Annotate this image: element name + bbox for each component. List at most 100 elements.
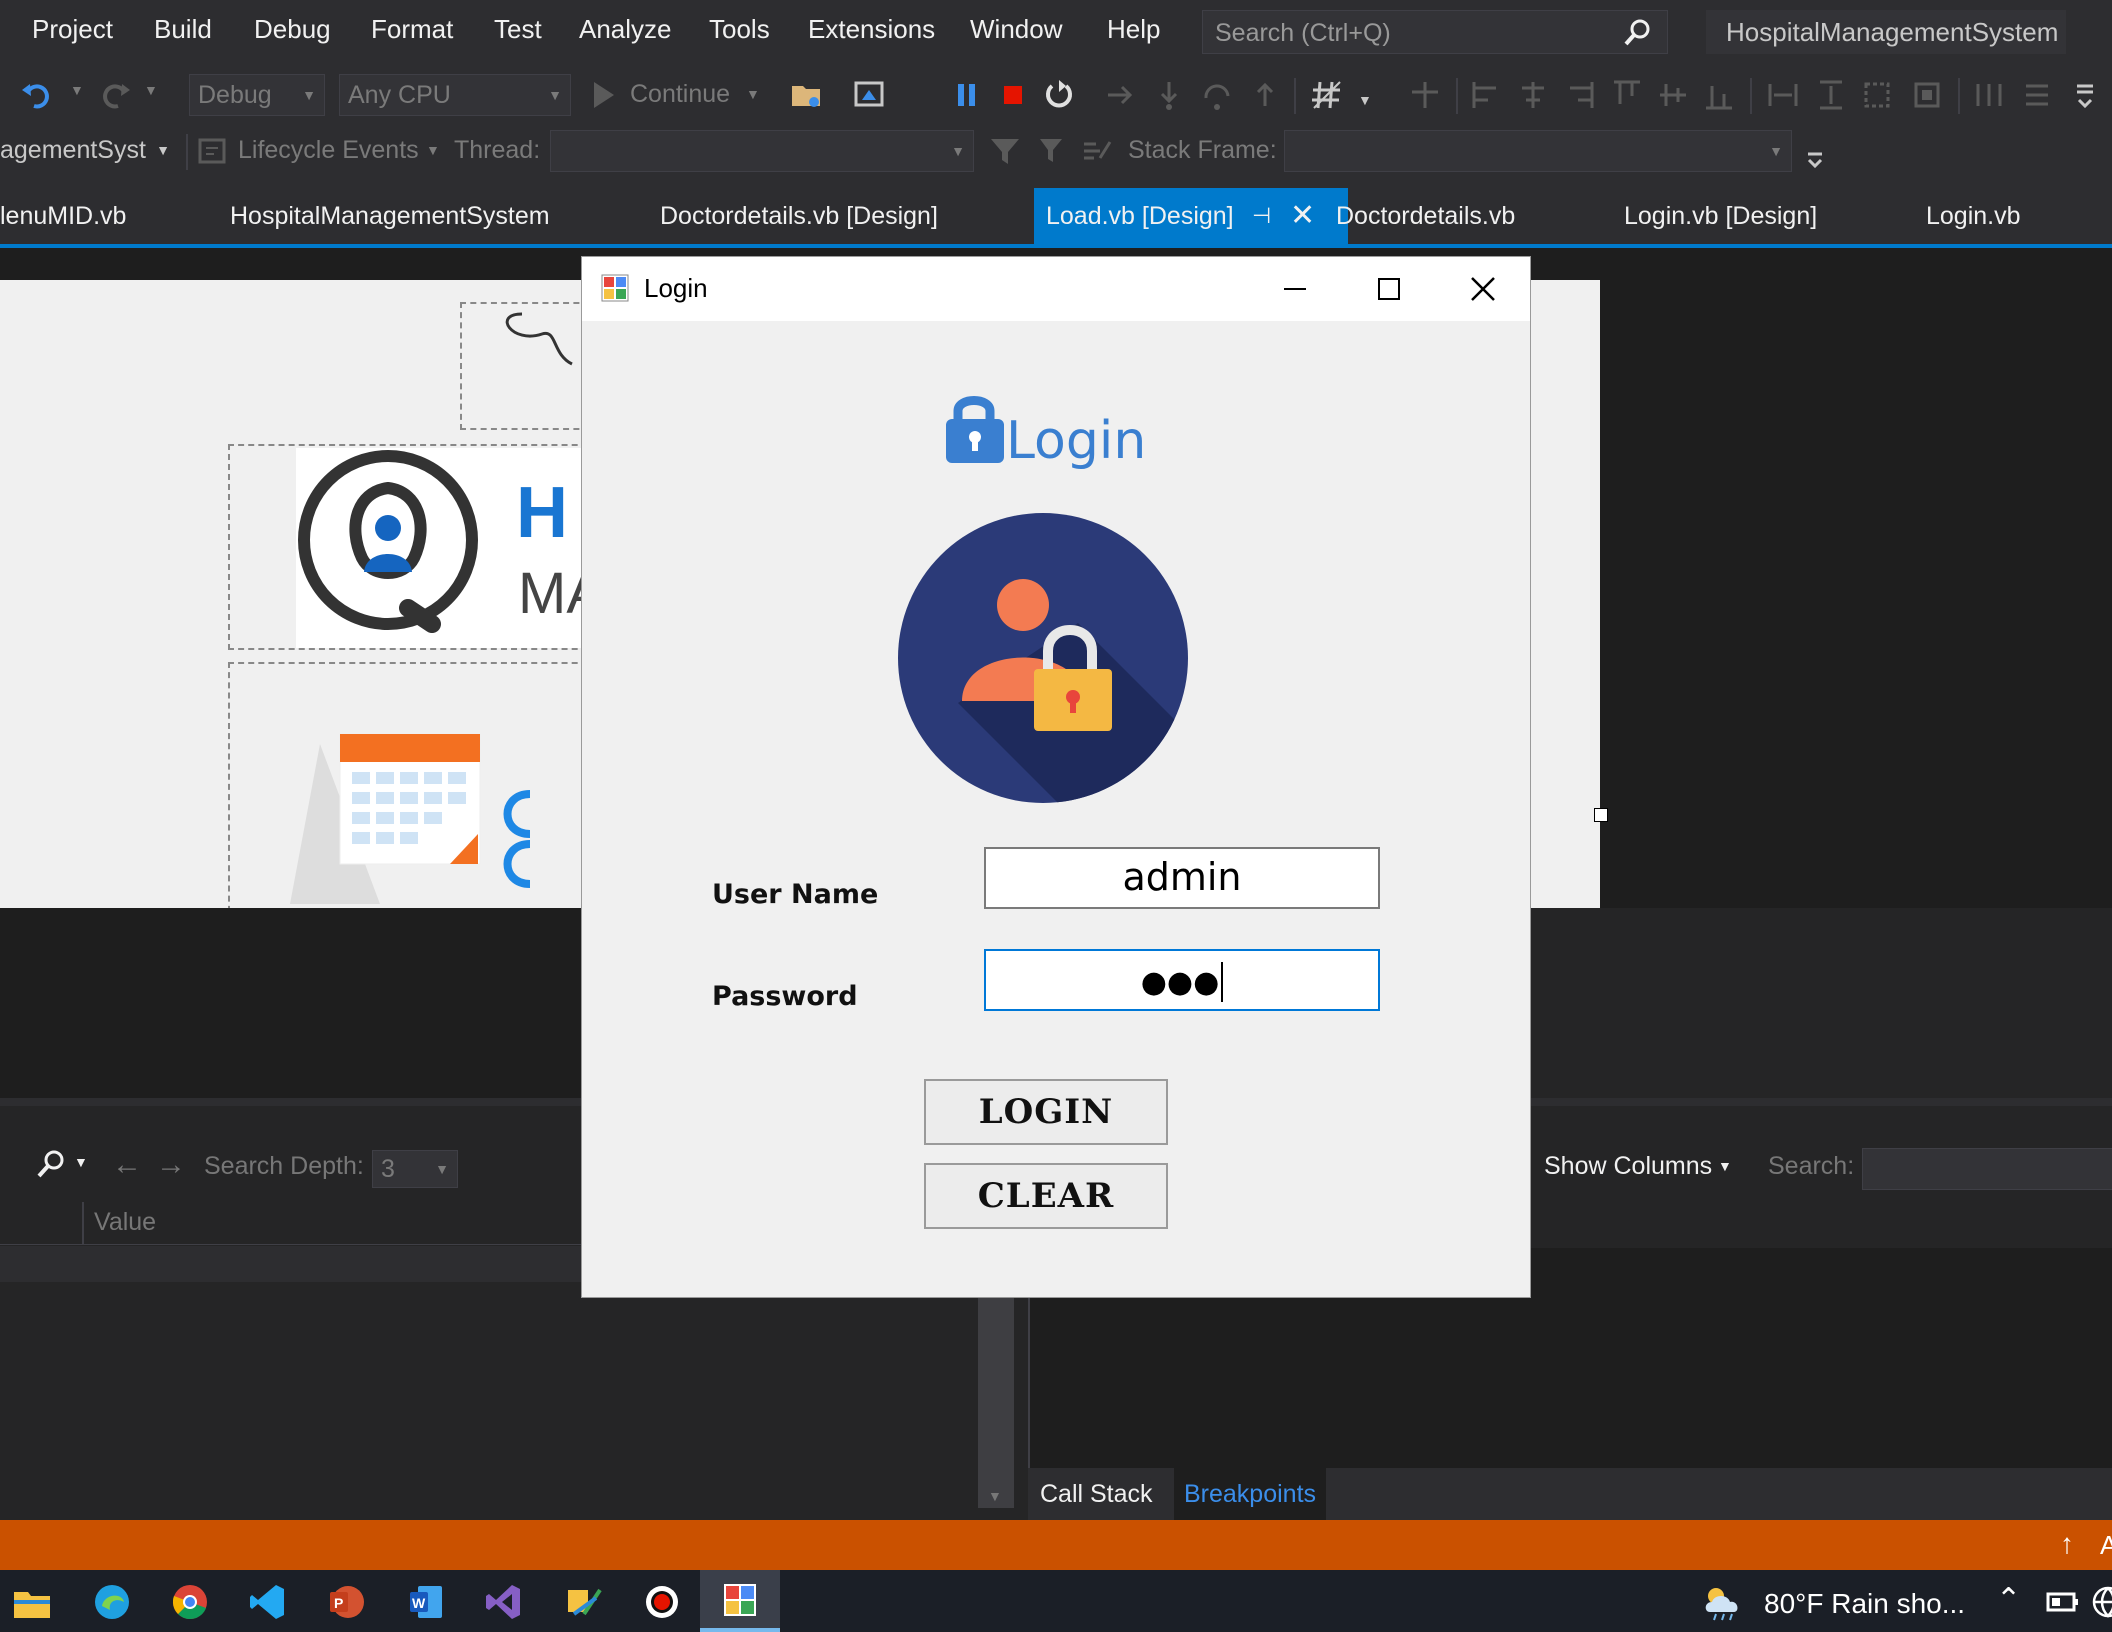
back-arrow-icon[interactable]: ← bbox=[112, 1148, 142, 1182]
resize-handle[interactable] bbox=[1594, 808, 1608, 822]
snipping-tool-icon[interactable] bbox=[564, 1582, 604, 1622]
menu-project[interactable]: Project bbox=[32, 14, 113, 45]
tab-menumid[interactable]: lenuMID.vb bbox=[0, 188, 126, 244]
tab-doctordetails-design[interactable]: Doctordetails.vb [Design] bbox=[660, 188, 938, 244]
make-same-width-icon[interactable] bbox=[1766, 78, 1800, 112]
tab-call-stack[interactable]: Call Stack bbox=[1040, 1480, 1153, 1509]
close-tab-icon[interactable]: ✕ bbox=[1290, 188, 1315, 244]
powerpoint-icon[interactable]: P bbox=[326, 1582, 366, 1622]
tab-doctordetails[interactable]: Doctordetails.vb bbox=[1336, 188, 1515, 244]
hex-display-icon[interactable] bbox=[1310, 78, 1344, 112]
project-combo[interactable]: agementSyst ▼ bbox=[0, 130, 178, 172]
horizontal-spacing-icon[interactable] bbox=[1972, 78, 2006, 112]
search-dropdown-icon[interactable]: ▼ bbox=[74, 1154, 88, 1170]
tab-breakpoints[interactable]: Breakpoints bbox=[1174, 1468, 1327, 1520]
align-middles-icon[interactable] bbox=[1656, 78, 1690, 112]
hex-dropdown-icon[interactable]: ▼ bbox=[1358, 92, 1372, 108]
minimize-button[interactable] bbox=[1248, 257, 1342, 321]
continue-button[interactable]: Continue bbox=[630, 80, 730, 109]
breakpoints-search-input[interactable] bbox=[1862, 1148, 2112, 1190]
scroll-down-icon[interactable]: ▼ bbox=[988, 1488, 1002, 1504]
chrome-icon[interactable] bbox=[170, 1582, 210, 1622]
pin-icon[interactable]: ⊣ bbox=[1252, 188, 1271, 244]
password-input[interactable]: ●●● bbox=[984, 949, 1380, 1011]
logo-picture-box[interactable]: H MA bbox=[228, 444, 608, 650]
menu-help[interactable]: Help bbox=[1107, 14, 1160, 45]
login-window[interactable]: Login Login User Name admin Password ●●● bbox=[581, 256, 1531, 1298]
show-flagged-icon[interactable] bbox=[1080, 134, 1114, 168]
visual-studio-icon[interactable] bbox=[484, 1582, 524, 1622]
menu-window[interactable]: Window bbox=[970, 14, 1062, 45]
undo-dropdown-icon[interactable]: ▼ bbox=[70, 82, 84, 98]
search-input[interactable]: Search (Ctrl+Q) bbox=[1202, 10, 1668, 54]
word-icon[interactable]: W bbox=[406, 1582, 446, 1622]
publish-arrow-icon[interactable]: ↑ bbox=[2060, 1528, 2074, 1560]
thread-combo[interactable]: ▼ bbox=[550, 130, 974, 172]
search-depth-combo[interactable]: 3 ▼ bbox=[372, 1150, 458, 1188]
lifecycle-dropdown-icon[interactable]: ▼ bbox=[426, 142, 440, 158]
folder-icon[interactable] bbox=[790, 78, 824, 112]
login-button[interactable]: LOGIN bbox=[924, 1079, 1168, 1145]
tab-login[interactable]: Login.vb bbox=[1926, 188, 2021, 244]
tab-hospital-management-system[interactable]: HospitalManagementSystem bbox=[230, 188, 550, 244]
step-out-icon[interactable] bbox=[1248, 78, 1282, 112]
picture-box-bottom[interactable] bbox=[228, 662, 608, 922]
menu-format[interactable]: Format bbox=[371, 14, 453, 45]
stop-icon[interactable] bbox=[996, 78, 1030, 112]
show-columns-button[interactable]: Show Columns bbox=[1544, 1152, 1712, 1181]
edge-icon[interactable] bbox=[92, 1582, 132, 1622]
restart-icon[interactable] bbox=[1042, 78, 1076, 112]
weather-icon[interactable] bbox=[1700, 1582, 1746, 1622]
step-over-icon[interactable] bbox=[1200, 78, 1234, 112]
show-next-statement-icon[interactable] bbox=[1104, 78, 1138, 112]
align-tops-icon[interactable] bbox=[1610, 78, 1644, 112]
continue-dropdown-icon[interactable]: ▼ bbox=[746, 86, 760, 102]
stack-frame-combo[interactable]: ▼ bbox=[1284, 130, 1792, 172]
network-globe-icon[interactable] bbox=[2090, 1582, 2112, 1622]
close-button[interactable] bbox=[1436, 257, 1530, 321]
vertical-spacing-icon[interactable] bbox=[2020, 78, 2054, 112]
maximize-button[interactable] bbox=[1342, 257, 1436, 321]
redo-dropdown-icon[interactable]: ▼ bbox=[144, 82, 158, 98]
forward-arrow-icon[interactable]: → bbox=[156, 1148, 186, 1182]
toolbar-overflow-icon[interactable] bbox=[2072, 78, 2098, 112]
align-centers-icon[interactable] bbox=[1516, 78, 1550, 112]
size-to-grid-icon[interactable] bbox=[1860, 78, 1894, 112]
clear-button[interactable]: CLEAR bbox=[924, 1163, 1168, 1229]
vs-code-icon[interactable] bbox=[248, 1582, 288, 1622]
menu-test[interactable]: Test bbox=[494, 14, 542, 45]
filter-icon[interactable] bbox=[988, 134, 1022, 168]
menu-analyze[interactable]: Analyze bbox=[579, 14, 672, 45]
search-icon[interactable] bbox=[34, 1148, 68, 1182]
lifecycle-events-button[interactable]: Lifecycle Events bbox=[238, 136, 419, 165]
active-app-tab[interactable] bbox=[700, 1570, 780, 1632]
platform-combo[interactable]: Any CPU ▼ bbox=[339, 74, 571, 116]
flag-threads-icon[interactable] bbox=[1034, 134, 1068, 168]
align-grid-icon[interactable] bbox=[1408, 78, 1442, 112]
menu-extensions[interactable]: Extensions bbox=[808, 14, 935, 45]
pause-icon[interactable] bbox=[950, 78, 984, 112]
show-columns-dropdown-icon[interactable]: ▼ bbox=[1718, 1158, 1732, 1174]
undo-icon[interactable] bbox=[20, 78, 54, 112]
make-same-height-icon[interactable] bbox=[1814, 78, 1848, 112]
login-window-titlebar[interactable]: Login bbox=[582, 257, 1530, 321]
weather-text[interactable]: 80°F Rain sho... bbox=[1764, 1588, 1965, 1620]
menu-build[interactable]: Build bbox=[154, 14, 212, 45]
align-rights-icon[interactable] bbox=[1562, 78, 1596, 112]
config-combo[interactable]: Debug ▼ bbox=[189, 74, 325, 116]
tab-load-design[interactable]: Load.vb [Design] ⊣ ✕ bbox=[1034, 188, 1348, 244]
align-lefts-icon[interactable] bbox=[1470, 78, 1504, 112]
battery-icon[interactable] bbox=[2046, 1582, 2080, 1622]
continue-icon[interactable] bbox=[590, 80, 618, 110]
picture-box-top[interactable] bbox=[460, 302, 600, 430]
screen-recorder-icon[interactable] bbox=[642, 1582, 682, 1622]
make-same-size-icon[interactable] bbox=[1910, 78, 1944, 112]
redo-icon[interactable] bbox=[98, 78, 132, 112]
value-column-header[interactable]: Value bbox=[94, 1208, 156, 1237]
toolbar-overflow-icon[interactable] bbox=[1804, 146, 1826, 180]
menu-debug[interactable]: Debug bbox=[254, 14, 331, 45]
username-input[interactable]: admin bbox=[984, 847, 1380, 909]
align-bottoms-icon[interactable] bbox=[1702, 78, 1736, 112]
file-explorer-icon[interactable] bbox=[12, 1582, 52, 1622]
menu-tools[interactable]: Tools bbox=[709, 14, 770, 45]
